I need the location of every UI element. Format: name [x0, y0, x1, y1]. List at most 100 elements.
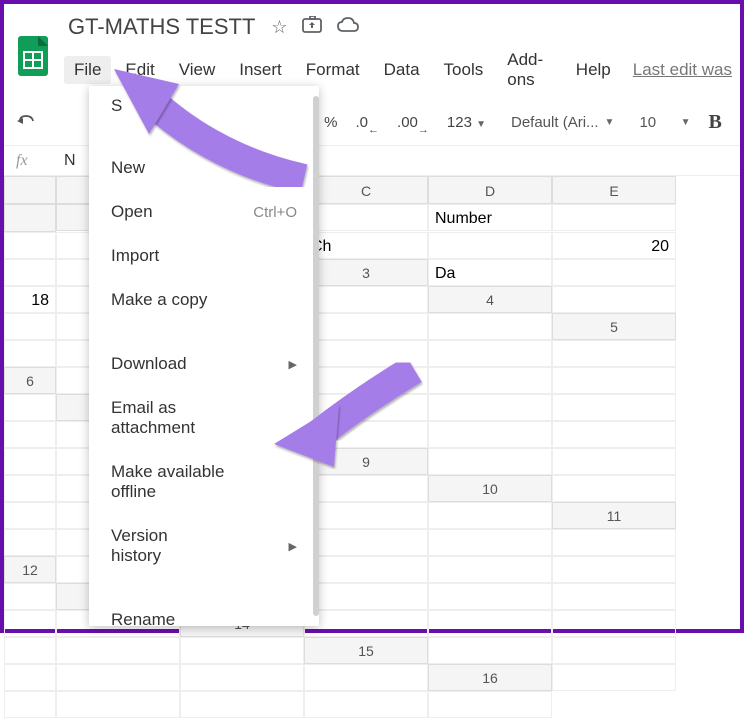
row-header-16[interactable]: 16 — [428, 664, 552, 691]
row-header-12[interactable]: 12 — [4, 556, 56, 583]
cell-D15[interactable] — [56, 664, 180, 691]
cell-C2[interactable]: 20 — [552, 232, 676, 259]
cell-E15[interactable] — [180, 664, 304, 691]
cell-A16[interactable] — [552, 664, 676, 691]
row-header-6[interactable]: 6 — [4, 367, 56, 394]
move-icon[interactable] — [302, 16, 322, 39]
cell-A11[interactable] — [4, 529, 56, 556]
menu-rename[interactable]: Rename — [89, 598, 319, 626]
bold-button[interactable]: B — [709, 111, 722, 134]
cell-F11[interactable] — [552, 529, 676, 556]
cell-E10[interactable] — [304, 502, 428, 529]
cell-B16[interactable] — [4, 691, 56, 718]
cell-B4[interactable] — [4, 313, 56, 340]
cell-A15[interactable] — [428, 637, 552, 664]
menu-tools[interactable]: Tools — [434, 56, 494, 84]
cell-A4[interactable] — [552, 286, 676, 313]
cell-E4[interactable] — [304, 313, 428, 340]
chevron-right-icon: ▶ — [289, 540, 297, 553]
row-header-4[interactable]: 4 — [428, 286, 552, 313]
star-icon[interactable]: ☆ — [271, 17, 287, 38]
cell-D7[interactable] — [552, 394, 676, 421]
cell-D12[interactable] — [428, 556, 552, 583]
cell-B9[interactable] — [552, 448, 676, 475]
cell-F14[interactable] — [180, 637, 304, 664]
row-header-5[interactable]: 5 — [552, 313, 676, 340]
cell-D11[interactable] — [304, 529, 428, 556]
fx-input[interactable]: N — [56, 152, 84, 170]
cell-C8[interactable] — [552, 421, 676, 448]
menu-data[interactable]: Data — [374, 56, 430, 84]
cell-C12[interactable] — [304, 556, 428, 583]
cell-C1[interactable]: Number — [428, 204, 552, 231]
cell-C9[interactable] — [4, 475, 56, 502]
cell-F16[interactable] — [428, 691, 552, 718]
cell-A3[interactable]: Da — [428, 259, 552, 286]
more-formats-button[interactable]: 123 ▼ — [447, 114, 486, 131]
cell-F10[interactable] — [428, 502, 552, 529]
cell-F5[interactable] — [552, 340, 676, 367]
cell-E1[interactable] — [4, 232, 56, 259]
percent-format-button[interactable]: % — [324, 114, 337, 131]
cell-B10[interactable] — [4, 502, 56, 529]
decrease-decimal-button[interactable]: .0← — [356, 114, 380, 131]
cell-F12[interactable] — [4, 583, 56, 610]
col-header-E[interactable]: E — [552, 176, 676, 204]
font-select[interactable]: Default (Ari... ▼ — [504, 110, 621, 135]
cell-E6[interactable] — [552, 367, 676, 394]
menu-import[interactable]: Import — [89, 234, 319, 278]
cell-F6[interactable] — [4, 394, 56, 421]
doc-title[interactable]: GT-MATHS TESTT — [64, 12, 259, 42]
cell-E11[interactable] — [428, 529, 552, 556]
cell-B8[interactable] — [428, 421, 552, 448]
menu-addons[interactable]: Add-ons — [497, 46, 562, 94]
menu-version-history[interactable]: Version history▶ — [89, 514, 319, 578]
cell-C13[interactable] — [428, 583, 552, 610]
cell-C16[interactable] — [56, 691, 180, 718]
cell-F4[interactable] — [428, 313, 552, 340]
cell-C3[interactable]: 18 — [4, 286, 56, 313]
annotation-arrow-bottom — [264, 349, 424, 469]
undo-icon[interactable] — [16, 113, 36, 133]
cell-F15[interactable] — [304, 664, 428, 691]
cell-E7[interactable] — [4, 421, 56, 448]
col-header-D[interactable]: D — [428, 176, 552, 204]
cell-B2[interactable] — [428, 232, 552, 259]
cell-A9[interactable] — [428, 448, 552, 475]
cell-A10[interactable] — [552, 475, 676, 502]
col-header-F[interactable] — [4, 204, 56, 232]
cloud-icon[interactable] — [336, 16, 360, 39]
sheets-logo[interactable] — [16, 34, 50, 78]
increase-decimal-button[interactable]: .00→ — [397, 114, 429, 131]
cell-B15[interactable] — [552, 637, 676, 664]
cell-E5[interactable] — [428, 340, 552, 367]
cell-D8[interactable] — [4, 448, 56, 475]
row-header-11[interactable]: 11 — [552, 502, 676, 529]
cell-C7[interactable] — [428, 394, 552, 421]
row-header-10[interactable]: 10 — [428, 475, 552, 502]
font-size-select[interactable]: 10 ▼ — [639, 114, 690, 131]
cell-F9[interactable] — [304, 475, 428, 502]
row-header-3[interactable]: 3 — [304, 259, 428, 286]
cell-E14[interactable] — [56, 637, 180, 664]
cell-F3[interactable] — [304, 286, 428, 313]
cell-D14[interactable] — [4, 637, 56, 664]
cell-E16[interactable] — [304, 691, 428, 718]
cell-A2[interactable]: Ch — [304, 232, 428, 259]
fx-label: fx — [4, 152, 56, 170]
cell-A5[interactable] — [4, 340, 56, 367]
last-edit-link[interactable]: Last edit was — [633, 60, 732, 80]
cell-D6[interactable] — [428, 367, 552, 394]
menu-help[interactable]: Help — [566, 56, 621, 84]
cell-E12[interactable] — [552, 556, 676, 583]
menu-make-copy[interactable]: Make a copy — [89, 278, 319, 322]
cell-B3[interactable] — [552, 259, 676, 286]
select-all-corner[interactable] — [4, 176, 56, 204]
cell-D16[interactable] — [180, 691, 304, 718]
row-header-15[interactable]: 15 — [304, 637, 428, 664]
cell-D1[interactable] — [552, 204, 676, 231]
cell-D13[interactable] — [552, 583, 676, 610]
cell-B13[interactable] — [304, 583, 428, 610]
cell-D2[interactable] — [4, 259, 56, 286]
cell-C15[interactable] — [4, 664, 56, 691]
